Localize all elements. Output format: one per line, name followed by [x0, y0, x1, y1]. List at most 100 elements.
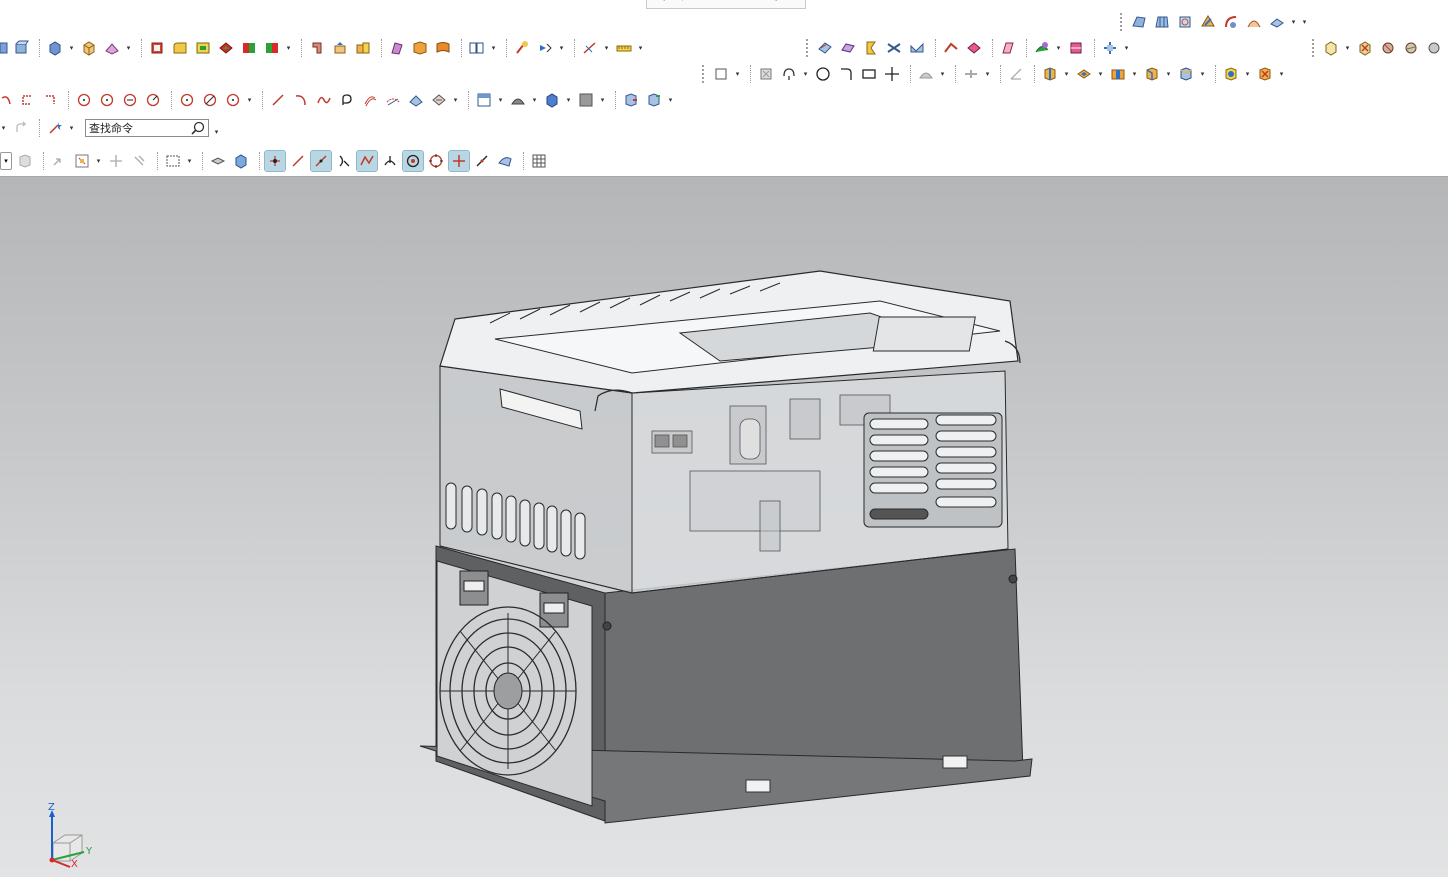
filter-icon[interactable]	[916, 64, 936, 84]
view-icon[interactable]	[474, 90, 494, 110]
rectangle-select-icon[interactable]	[711, 64, 731, 84]
dropdown-arrow[interactable]: ▾	[599, 96, 606, 104]
dropdown-arrow[interactable]: ▾	[490, 44, 497, 52]
shaded-view-icon[interactable]	[231, 151, 251, 171]
body-icon[interactable]	[1074, 64, 1094, 84]
dropdown-arrow[interactable]: ▾	[531, 96, 538, 104]
snap-point-icon[interactable]	[448, 150, 470, 172]
circle-point-icon[interactable]	[74, 90, 94, 110]
dropdown-arrow[interactable]: ▾	[125, 44, 132, 52]
snap-quadrant-icon[interactable]	[426, 151, 446, 171]
model-canvas[interactable]	[0, 177, 1448, 877]
delete-face-icon[interactable]	[907, 38, 927, 58]
trim-sheet-icon[interactable]	[1221, 12, 1241, 32]
solid-icon[interactable]	[1221, 64, 1241, 84]
surface-icon[interactable]	[1129, 12, 1149, 32]
dropdown-arrow[interactable]: ▾	[1123, 44, 1130, 52]
deselect-icon[interactable]	[49, 151, 69, 171]
snap-move-icon[interactable]	[106, 151, 126, 171]
partial-icon[interactable]	[0, 38, 8, 58]
dropdown-arrow[interactable]: ▾	[939, 70, 946, 78]
feature-icon[interactable]	[1176, 64, 1196, 84]
rect-icon[interactable]	[859, 64, 879, 84]
circle-icon[interactable]	[813, 64, 833, 84]
circle-radius-icon[interactable]	[143, 90, 163, 110]
sew-icon[interactable]	[307, 38, 327, 58]
blend-surface-icon[interactable]	[1152, 12, 1172, 32]
shell-icon[interactable]	[193, 38, 213, 58]
draft-icon[interactable]	[170, 38, 190, 58]
snap-endpoint-icon[interactable]	[264, 150, 286, 172]
snap-intersection-icon[interactable]	[334, 151, 354, 171]
snap-control-icon[interactable]	[310, 150, 332, 172]
dropdown-arrow[interactable]: ▾	[68, 124, 75, 132]
angle-icon[interactable]	[1006, 64, 1026, 84]
snap-midpoint-icon[interactable]	[288, 151, 308, 171]
layer-icon[interactable]	[1100, 38, 1120, 58]
dropdown-arrow[interactable]: ▾	[285, 44, 292, 52]
resize-icon[interactable]	[941, 38, 961, 58]
edge-icon[interactable]	[1142, 64, 1162, 84]
offset-curve-icon[interactable]	[360, 90, 380, 110]
toolbar-grip[interactable]	[702, 65, 707, 83]
revolve-icon[interactable]	[45, 38, 65, 58]
more-dropdown[interactable]: ▾	[1290, 18, 1297, 26]
reposition-icon[interactable]	[1401, 38, 1421, 58]
circle-center-icon[interactable]	[177, 90, 197, 110]
analysis-icon[interactable]	[1032, 38, 1052, 58]
more-dropdown[interactable]: ▾	[1301, 18, 1308, 26]
selection-filter-dropdown[interactable]: ▾	[0, 152, 12, 170]
bracket-icon[interactable]	[17, 90, 37, 110]
plane-icon[interactable]	[467, 38, 487, 58]
dropdown-arrow[interactable]: ▾	[246, 96, 253, 104]
arc-select-icon[interactable]	[779, 64, 799, 84]
measure-icon[interactable]	[410, 38, 430, 58]
snap-on-curve-icon[interactable]	[472, 151, 492, 171]
grid-icon[interactable]	[756, 64, 776, 84]
dropdown-arrow[interactable]: ▾	[603, 44, 610, 52]
dropdown-arrow[interactable]: ▾	[637, 44, 644, 52]
dropdown-arrow[interactable]: ▾	[1055, 44, 1062, 52]
dropdown-arrow[interactable]: ▾	[558, 44, 565, 52]
offset-surface-icon[interactable]	[1198, 12, 1218, 32]
spline-icon[interactable]	[314, 90, 334, 110]
extrude-icon[interactable]	[11, 38, 31, 58]
curve-on-face-icon[interactable]	[429, 90, 449, 110]
blend-icon[interactable]	[147, 38, 167, 58]
dropdown-arrow[interactable]: ▾	[1278, 70, 1285, 78]
project-curve-icon[interactable]	[383, 90, 403, 110]
dropdown-arrow[interactable]: ▾	[95, 157, 102, 165]
face-icon[interactable]	[1108, 64, 1128, 84]
dropdown-arrow[interactable]: ▾	[565, 96, 572, 104]
snap-icon[interactable]	[961, 64, 981, 84]
replace-face-icon[interactable]	[861, 38, 881, 58]
line-icon[interactable]	[268, 90, 288, 110]
layer-grid-icon[interactable]	[529, 151, 549, 171]
intersect-curve-icon[interactable]	[406, 90, 426, 110]
pattern-icon[interactable]	[964, 38, 984, 58]
circle-diameter-icon[interactable]	[200, 90, 220, 110]
dropdown-arrow[interactable]: ▾	[1063, 70, 1070, 78]
arc-icon[interactable]	[0, 90, 14, 110]
toolbar-grip[interactable]	[806, 39, 811, 57]
view-triad[interactable]: Z Y X	[40, 802, 100, 875]
snap-curve-icon[interactable]	[356, 150, 378, 172]
dropdown-arrow[interactable]: ▾	[734, 70, 741, 78]
snap-grid-icon[interactable]	[72, 151, 92, 171]
snap-rotate-icon[interactable]	[129, 151, 149, 171]
assembly-icon[interactable]	[1321, 38, 1341, 58]
dropdown-arrow[interactable]: ▾	[1097, 70, 1104, 78]
offset-face-icon[interactable]	[838, 38, 858, 58]
dropdown-arrow[interactable]: ▾	[1344, 44, 1351, 52]
part-icon[interactable]	[1040, 64, 1060, 84]
pad-icon[interactable]	[262, 38, 282, 58]
measure-distance-icon[interactable]	[580, 38, 600, 58]
csys-icon[interactable]	[535, 38, 555, 58]
constraint-icon[interactable]	[1355, 38, 1375, 58]
dropdown-arrow[interactable]: ▾	[186, 157, 193, 165]
command-finder-input[interactable]: 查找命令	[85, 119, 209, 137]
box-select-icon[interactable]	[163, 151, 183, 171]
boss-icon[interactable]	[239, 38, 259, 58]
axis-icon[interactable]	[512, 38, 532, 58]
block-icon[interactable]	[79, 38, 99, 58]
